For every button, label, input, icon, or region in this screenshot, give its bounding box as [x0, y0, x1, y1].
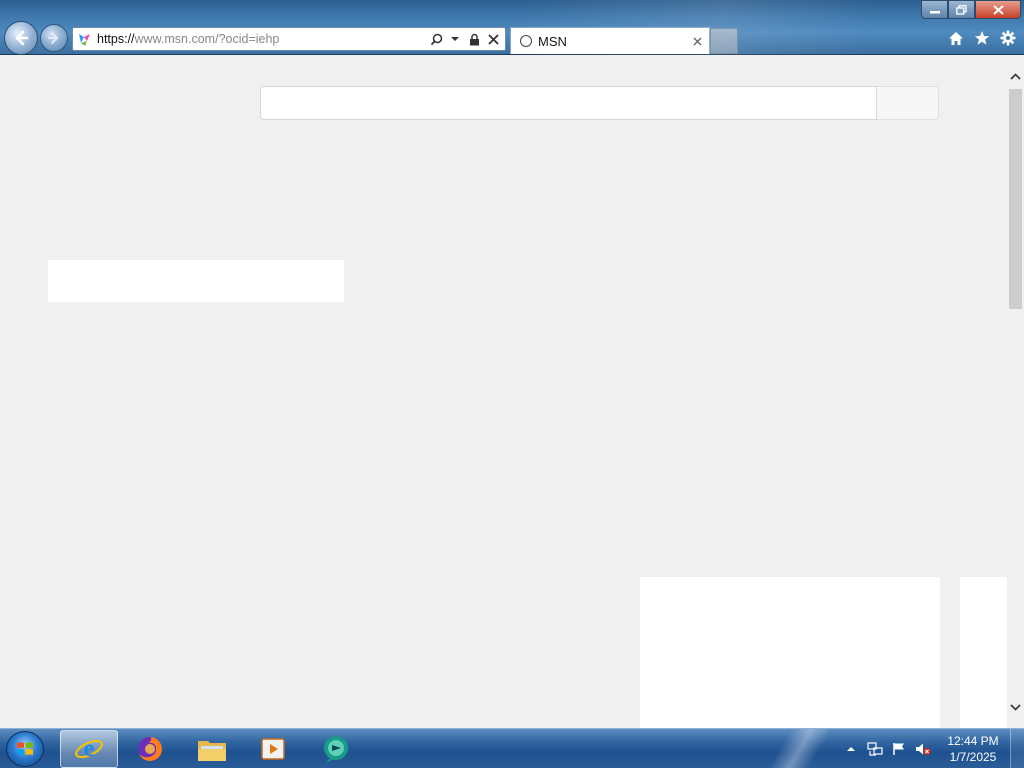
address-bar[interactable]: https://www.msn.com/?ocid=iehp: [72, 27, 506, 51]
network-icon[interactable]: [867, 741, 883, 757]
dropdown-arrow-icon[interactable]: [447, 31, 463, 47]
search-icon[interactable]: [428, 31, 444, 47]
restore-button[interactable]: [948, 0, 975, 19]
arrow-left-icon: [15, 30, 29, 46]
windows-logo-icon: [17, 742, 33, 755]
minimize-icon: [929, 10, 940, 13]
favorites-star-icon[interactable]: [972, 28, 992, 48]
system-tray: [843, 729, 931, 768]
start-button[interactable]: [6, 731, 44, 767]
close-button[interactable]: [975, 0, 1021, 19]
loading-placeholder-card: [960, 577, 1007, 728]
scrollbar-thumb[interactable]: [1009, 89, 1022, 309]
url-text[interactable]: https://www.msn.com/?ocid=iehp: [97, 32, 428, 46]
loading-icon: [520, 35, 532, 47]
show-desktop-button[interactable]: [1010, 729, 1024, 768]
stop-icon[interactable]: [485, 31, 501, 47]
search-button[interactable]: [877, 86, 939, 120]
taskbar-app-explorer[interactable]: [183, 730, 241, 768]
back-button[interactable]: [4, 21, 38, 55]
browser-titlebar: https://www.msn.com/?ocid=iehp MSN: [0, 0, 1024, 55]
home-icon[interactable]: [946, 28, 966, 48]
chat-app-icon: [324, 736, 348, 763]
svg-text:e: e: [84, 736, 95, 762]
tab-title: MSN: [538, 33, 567, 49]
taskbar-clock[interactable]: 12:44 PM 1/7/2025: [940, 733, 1006, 765]
clock-time: 12:44 PM: [947, 734, 999, 748]
show-hidden-icons-arrow-icon[interactable]: [843, 741, 859, 757]
minimize-button[interactable]: [921, 0, 948, 19]
action-center-flag-icon[interactable]: [891, 741, 907, 757]
media-player-icon: [261, 738, 285, 760]
url-protocol: https://: [97, 32, 135, 46]
tab-msn[interactable]: MSN: [510, 27, 710, 54]
command-icons: [946, 28, 1018, 48]
folder-icon: [198, 741, 226, 761]
taskbar-app-firefox[interactable]: [121, 730, 179, 768]
window-controls: [921, 0, 1021, 19]
address-tools: [428, 31, 501, 47]
scroll-up-arrow-icon[interactable]: [1007, 68, 1024, 85]
search-input[interactable]: [260, 86, 877, 120]
firefox-icon: [138, 737, 162, 761]
volume-muted-icon[interactable]: [915, 741, 931, 757]
new-tab-button[interactable]: [710, 28, 738, 54]
loading-placeholder-card: [640, 577, 940, 728]
arrow-right-icon: [48, 32, 58, 44]
vertical-scrollbar[interactable]: [1007, 56, 1024, 728]
restore-icon: [956, 4, 967, 15]
scroll-down-arrow-icon[interactable]: [1007, 699, 1024, 716]
tab-close-icon[interactable]: [689, 33, 705, 49]
loading-placeholder-card: [48, 260, 344, 302]
taskbar-app-media[interactable]: [244, 730, 302, 768]
taskbar-app-other[interactable]: [307, 730, 365, 768]
lock-icon[interactable]: [466, 31, 482, 47]
clock-date: 1/7/2025: [949, 750, 997, 764]
url-path: www.msn.com/?ocid=iehp: [134, 32, 280, 46]
taskbar: e 12:44 PM 1/7/2025: [0, 728, 1024, 768]
site-favicon-icon: [75, 29, 95, 49]
page-viewport: [0, 56, 1007, 728]
forward-button[interactable]: [40, 24, 68, 52]
close-icon: [992, 4, 1004, 15]
taskbar-app-ie[interactable]: e: [60, 730, 118, 768]
ie-icon: e: [75, 736, 103, 762]
settings-gear-icon[interactable]: [998, 28, 1018, 48]
